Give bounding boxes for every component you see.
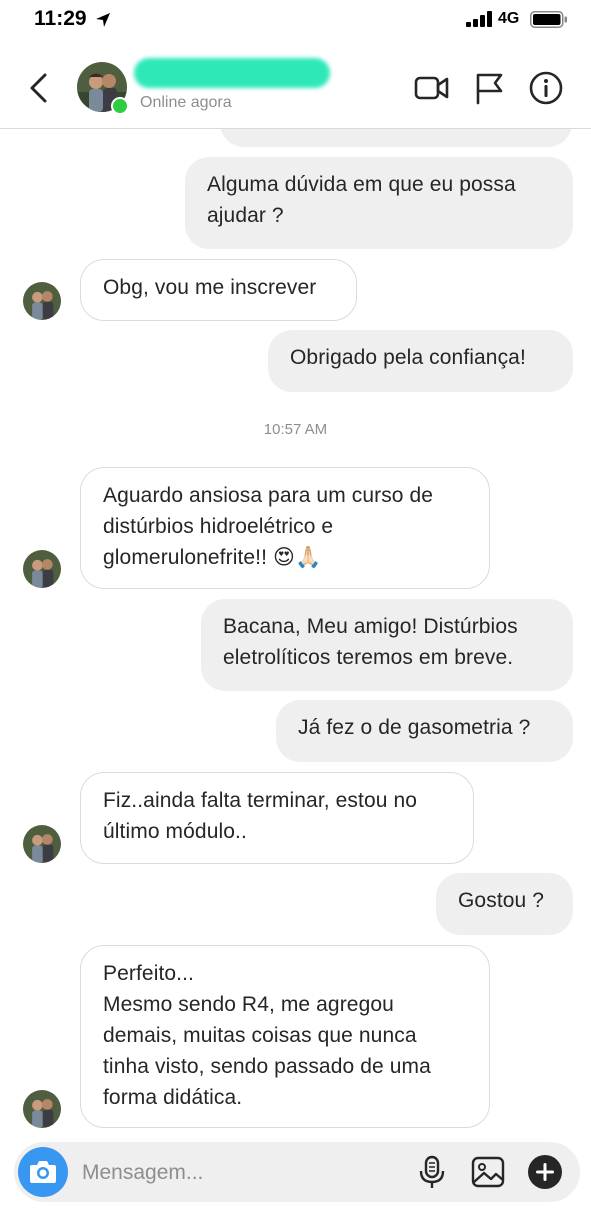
message-bubble-in[interactable]: Perfeito... Mesmo sendo R4, me agregou d… — [80, 945, 490, 1128]
message-bubble-in[interactable]: Fiz..ainda falta terminar, estou no últi… — [80, 772, 474, 864]
sender-avatar — [23, 825, 61, 863]
sender-avatar — [23, 1090, 61, 1128]
message-bubble-out[interactable]: Obrigado pela confiança! — [268, 330, 573, 392]
message-bubble-partial — [220, 129, 572, 147]
message-bubble-out[interactable]: Alguma dúvida em que eu possa ajudar ? — [185, 157, 573, 249]
message-bubble-out[interactable]: Bacana, Meu amigo! Distúrbios eletrolíti… — [201, 599, 573, 691]
network-type: 4G — [498, 10, 520, 27]
camera-button[interactable] — [18, 1147, 68, 1197]
microphone-icon[interactable] — [414, 1154, 450, 1190]
camera-icon — [30, 1161, 56, 1183]
battery-icon — [530, 11, 567, 28]
flag-icon[interactable] — [470, 70, 510, 106]
conversation-header: Online agora — [0, 44, 591, 129]
online-indicator — [111, 97, 129, 115]
sender-avatar — [23, 282, 61, 320]
message-bubble-in[interactable]: Aguardo ansiosa para um curso de distúrb… — [80, 467, 490, 589]
location-arrow-icon — [96, 13, 110, 27]
message-bubble-in[interactable]: Obg, vou me inscrever — [80, 259, 357, 321]
contact-name-redacted[interactable] — [134, 58, 330, 88]
back-icon[interactable] — [24, 70, 54, 106]
signal-icon — [466, 11, 492, 27]
sender-avatar — [23, 550, 61, 588]
info-icon[interactable] — [526, 70, 566, 106]
message-bubble-out[interactable]: Gostou ? — [436, 873, 573, 935]
add-icon[interactable] — [527, 1154, 563, 1190]
contact-status: Online agora — [140, 94, 232, 111]
message-timestamp: 10:57 AM — [263, 421, 328, 438]
video-call-icon[interactable] — [412, 70, 452, 106]
message-input[interactable] — [80, 1152, 404, 1194]
gallery-icon[interactable] — [470, 1154, 506, 1190]
status-bar: 11:29 4G — [0, 0, 591, 44]
message-bubble-out[interactable]: Já fez o de gasometria ? — [276, 700, 573, 762]
status-time: 11:29 — [34, 7, 87, 30]
message-composer — [14, 1142, 580, 1202]
message-list[interactable]: Alguma dúvida em que eu possa ajudar ? O… — [0, 129, 591, 1140]
